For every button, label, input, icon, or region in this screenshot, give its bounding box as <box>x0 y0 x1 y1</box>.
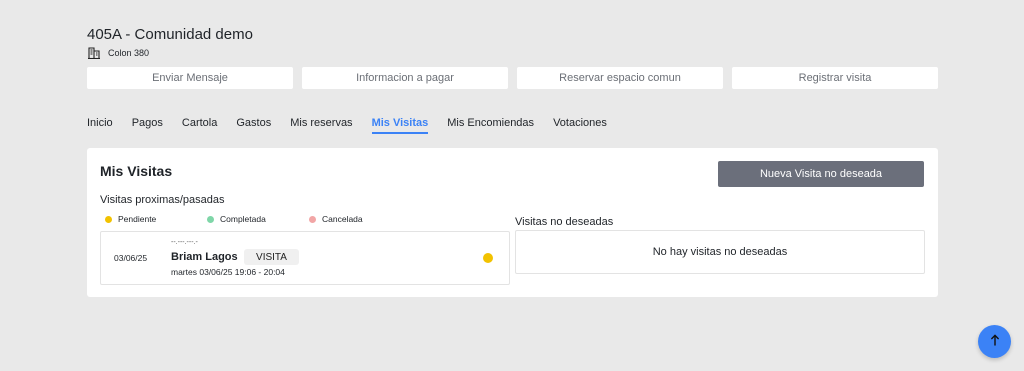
visitor-rut: --.---.---.- <box>171 239 198 246</box>
legend-label: Cancelada <box>322 214 363 224</box>
action-bar: Enviar Mensaje Informacion a pagar Reser… <box>87 67 938 89</box>
tab-mis-reservas[interactable]: Mis reservas <box>290 117 352 134</box>
community-address: Colon 380 <box>87 47 253 59</box>
visit-list-item[interactable]: 03/06/25 --.---.---.- Briam Lagos VISITA… <box>100 231 510 285</box>
status-dot-icon <box>483 253 493 263</box>
pending-dot-icon <box>105 215 112 223</box>
arrow-up-icon <box>990 334 1000 349</box>
status-legend: Pendiente Completada Cancelada <box>105 214 363 224</box>
tab-cartola[interactable]: Cartola <box>182 117 217 134</box>
cancelled-dot-icon <box>309 215 316 223</box>
tab-gastos[interactable]: Gastos <box>236 117 271 134</box>
address-text: Colon 380 <box>108 48 150 58</box>
visit-time: martes 03/06/25 19:06 - 20:04 <box>171 267 285 277</box>
building-icon <box>87 47 101 59</box>
tab-inicio[interactable]: Inicio <box>87 117 113 134</box>
visits-card: Mis Visitas Nueva Visita no deseada Visi… <box>87 148 938 297</box>
payment-info-button[interactable]: Informacion a pagar <box>302 67 508 89</box>
legend-item-cancelada: Cancelada <box>309 214 363 224</box>
legend-item-completada: Completada <box>207 214 309 224</box>
reserve-common-space-button[interactable]: Reservar espacio comun <box>517 67 723 89</box>
completed-dot-icon <box>207 215 214 223</box>
legend-item-pendiente: Pendiente <box>105 214 207 224</box>
empty-state-text: No hay visitas no deseadas <box>652 246 788 258</box>
send-message-button[interactable]: Enviar Mensaje <box>87 67 293 89</box>
tab-votaciones[interactable]: Votaciones <box>553 117 607 134</box>
tab-mis-visitas[interactable]: Mis Visitas <box>371 117 429 134</box>
tab-mis-encomiendas[interactable]: Mis Encomiendas <box>447 117 534 134</box>
visit-type-badge: VISITA <box>244 249 299 265</box>
unwanted-visits-title: Visitas no deseadas <box>515 216 614 228</box>
register-visit-button[interactable]: Registrar visita <box>732 67 938 89</box>
visit-date: 03/06/25 <box>114 253 148 263</box>
legend-label: Pendiente <box>118 214 157 224</box>
tab-pagos[interactable]: Pagos <box>132 117 163 134</box>
unwanted-visits-empty: No hay visitas no deseadas <box>515 230 925 274</box>
section-title: Mis Visitas <box>100 163 173 179</box>
page-header: 405A - Comunidad demo Colon 380 <box>87 25 253 59</box>
visitor-name: Briam Lagos <box>171 251 238 263</box>
page-title: 405A - Comunidad demo <box>87 26 253 43</box>
scroll-to-top-button[interactable] <box>978 325 1011 358</box>
new-unwanted-visit-button[interactable]: Nueva Visita no deseada <box>718 161 924 187</box>
main-tabs: Inicio Pagos Cartola Gastos Mis reservas… <box>87 117 607 134</box>
visits-subtitle: Visitas proximas/pasadas <box>100 194 225 206</box>
legend-label: Completada <box>220 214 266 224</box>
